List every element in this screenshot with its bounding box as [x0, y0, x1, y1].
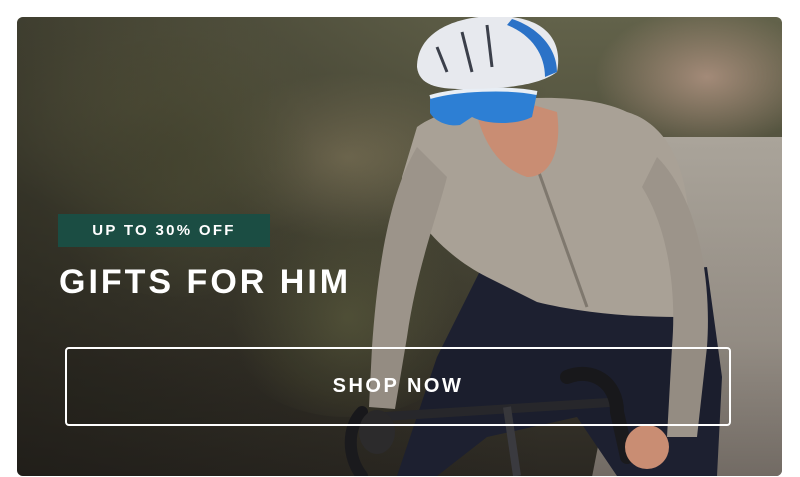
shop-now-label: SHOP NOW — [332, 375, 464, 397]
promo-banner[interactable]: UP TO 30% OFF GIFTS FOR HIM SHOP NOW — [17, 17, 782, 476]
discount-badge-text: UP TO 30% OFF — [92, 222, 236, 239]
discount-badge: UP TO 30% OFF — [58, 214, 270, 247]
shop-now-button[interactable]: SHOP NOW — [65, 347, 731, 426]
promo-headline: GIFTS FOR HIM — [59, 263, 352, 301]
